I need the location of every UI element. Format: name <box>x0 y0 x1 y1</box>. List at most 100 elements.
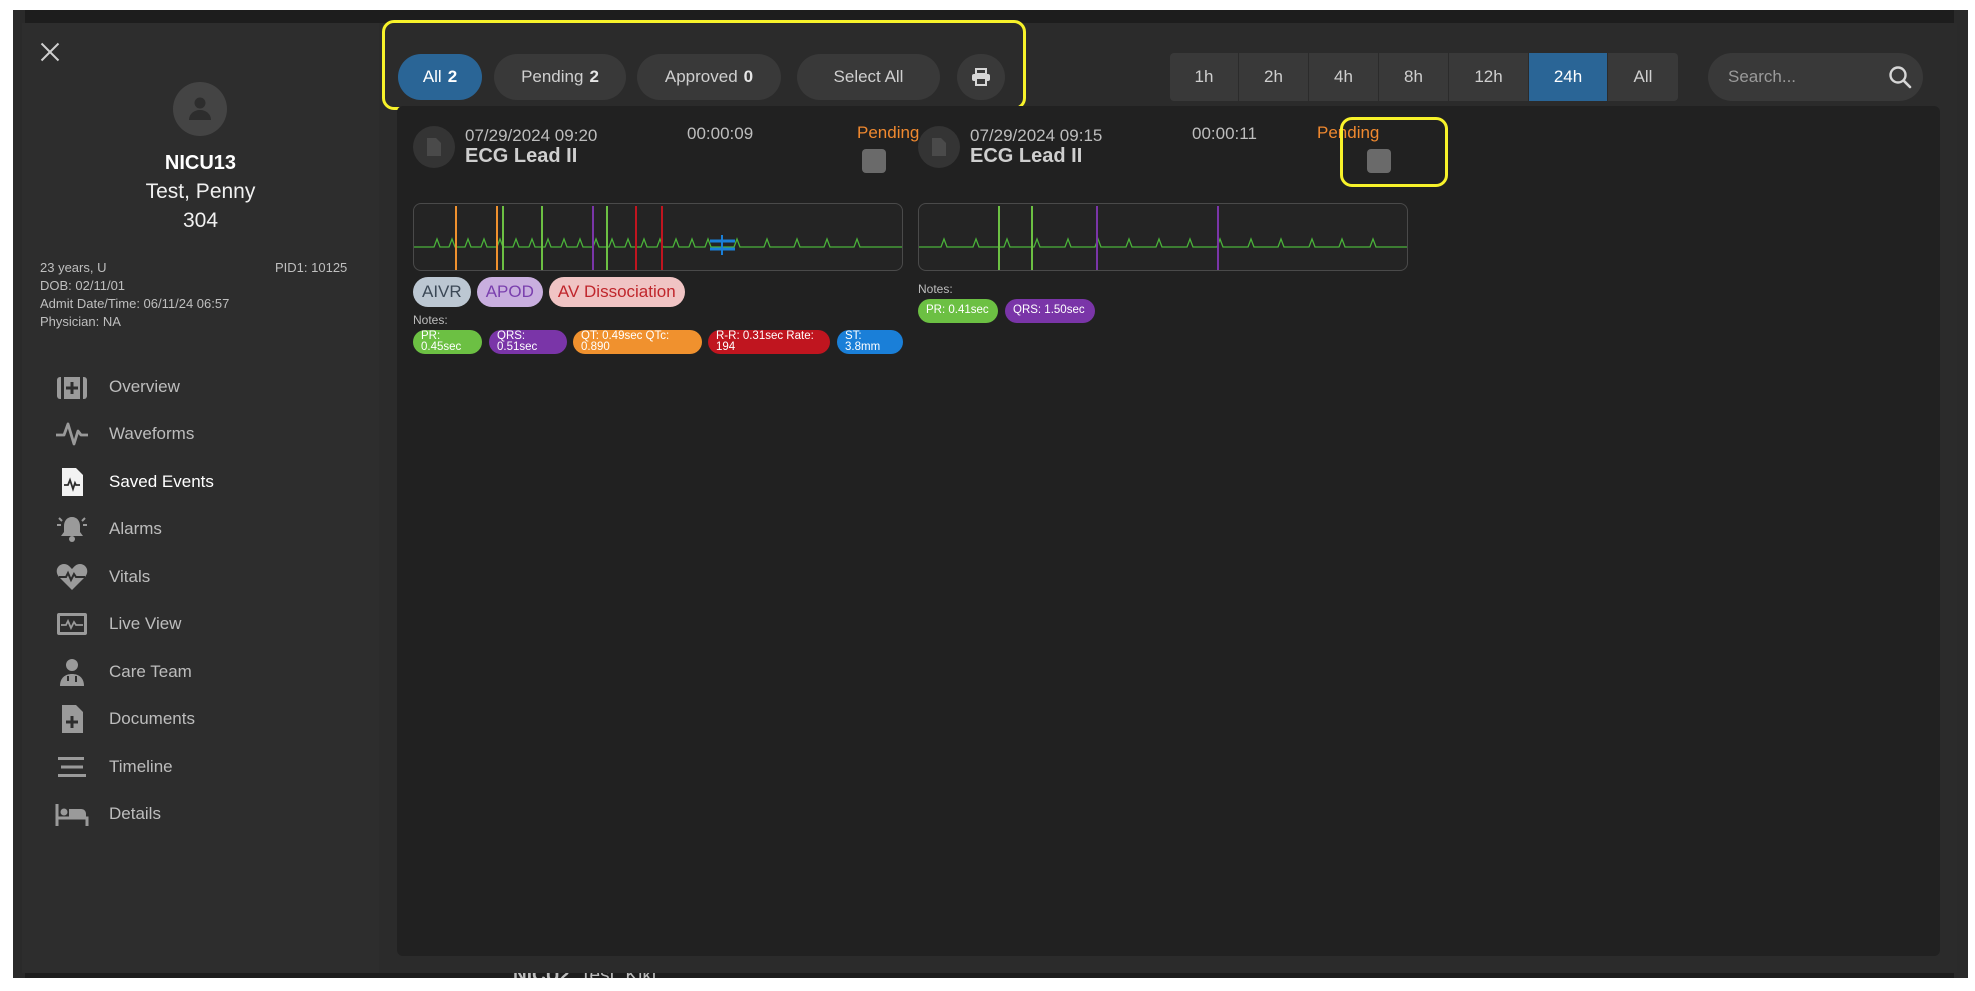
event-title: ECG Lead II <box>970 145 1083 167</box>
document-plus-icon <box>55 704 89 734</box>
sidebar-item-saved-events[interactable]: Saved Events <box>55 458 214 506</box>
range-all-button[interactable]: All <box>1608 53 1678 101</box>
event-card[interactable]: 07/29/2024 09:20 ECG Lead II 00:00:09 Pe… <box>397 106 919 354</box>
doctor-icon <box>55 657 89 687</box>
sidebar-item-overview[interactable]: Overview <box>55 363 214 411</box>
select-all-label: Select All <box>833 67 904 86</box>
sidebar-item-label: Details <box>109 804 161 824</box>
range-8h-button[interactable]: 8h <box>1379 53 1449 101</box>
patient-admit: Admit Date/Time: 06/11/24 06:57 <box>40 296 230 311</box>
filter-approved-count: 0 <box>743 67 754 86</box>
patient-unit: NICU13 <box>164 152 237 174</box>
sidebar-item-label: Overview <box>109 376 180 396</box>
sidebar-nav: Overview Waveforms Saved Events Alarms V… <box>55 363 214 838</box>
range-24h-button[interactable]: 24h <box>1529 53 1608 101</box>
saved-document-icon <box>55 467 89 497</box>
sidebar-item-vitals[interactable]: Vitals <box>55 553 214 601</box>
event-datetime: 07/29/2024 09:15 <box>970 126 1103 145</box>
patient-dob: DOB: 02/11/01 <box>40 278 126 293</box>
event-title: ECG Lead II <box>465 145 578 167</box>
patient-physician: Physician: NA <box>40 314 121 329</box>
patient-room: 304 <box>182 209 219 232</box>
notes-label: Notes: <box>918 282 953 296</box>
filter-approved-button[interactable]: Approved 0 <box>637 54 781 100</box>
event-type-icon <box>413 126 455 168</box>
event-card[interactable]: 07/29/2024 09:15 ECG Lead II 00:00:11 Pe… <box>902 106 1408 336</box>
hospital-kit-icon <box>55 372 89 402</box>
search-box <box>1708 53 1923 101</box>
sidebar-item-care-team[interactable]: Care Team <box>55 648 214 696</box>
filter-all-count: 2 <box>447 67 458 86</box>
filter-all-label: All <box>422 67 442 86</box>
note-pr: PR: 0.41sec <box>918 299 998 323</box>
ecg-waveform[interactable] <box>413 203 903 271</box>
st-marker-icon <box>710 235 735 255</box>
range-12h-button[interactable]: 12h <box>1449 53 1529 101</box>
notes-label: Notes: <box>413 313 448 327</box>
bell-icon <box>55 514 89 544</box>
sidebar-item-documents[interactable]: Documents <box>55 696 214 744</box>
search-input[interactable] <box>1728 65 1888 89</box>
sidebar-item-label: Timeline <box>109 756 173 776</box>
close-button[interactable] <box>37 39 63 65</box>
patient-pid: PID1: 10125 <box>275 260 348 275</box>
ecg-trace <box>414 237 902 248</box>
note-qrs: QRS: 1.50sec <box>1005 299 1095 323</box>
search-icon[interactable] <box>1888 65 1912 89</box>
sidebar-item-alarms[interactable]: Alarms <box>55 506 214 554</box>
print-button[interactable] <box>957 54 1005 100</box>
event-select-checkbox[interactable] <box>862 149 886 173</box>
filter-pending-label: Pending <box>521 67 584 86</box>
sidebar-item-details[interactable]: Details <box>55 791 214 839</box>
filter-approved-label: Approved <box>664 67 738 86</box>
note-pr: PR: 0.45sec <box>413 330 482 354</box>
sidebar-item-label: Waveforms <box>109 424 195 444</box>
ecg-trace <box>919 237 1407 248</box>
note-qt: QT: 0.49sec QTc: 0.890 <box>573 330 702 354</box>
printer-icon <box>972 68 990 86</box>
sidebar-item-label: Saved Events <box>109 471 214 491</box>
timeline-icon <box>55 752 89 782</box>
sidebar-item-label: Documents <box>109 709 195 729</box>
bed-icon <box>55 799 89 829</box>
patient-sidebar: NICU13 Test, Penny 304 23 years, U PID1:… <box>22 23 379 973</box>
event-duration: 00:00:09 <box>687 124 754 143</box>
filter-pending-button[interactable]: Pending 2 <box>494 54 626 100</box>
event-select-checkbox[interactable] <box>1367 149 1391 173</box>
sidebar-item-label: Alarms <box>109 519 162 539</box>
monitor-icon <box>55 609 89 639</box>
tag-aivr[interactable]: AIVR <box>413 277 471 307</box>
note-st: ST: 3.8mm <box>837 330 903 354</box>
patient-age: 23 years, U <box>40 260 107 275</box>
ecg-waveform[interactable] <box>918 203 1408 271</box>
patient-modal: NICU13 Test, Penny 304 23 years, U PID1:… <box>22 20 1957 973</box>
event-duration: 00:00:11 <box>1192 124 1257 143</box>
tag-av-dissociation[interactable]: AV Dissociation <box>548 277 685 307</box>
sidebar-item-label: Live View <box>109 614 182 634</box>
pulse-icon <box>55 419 89 449</box>
filter-all-button[interactable]: All 2 <box>398 54 482 100</box>
range-1h-button[interactable]: 1h <box>1170 53 1239 101</box>
patient-name: Test, Penny <box>145 180 256 203</box>
event-status: Pending <box>1317 123 1380 142</box>
tag-apod[interactable]: APOD <box>476 277 543 307</box>
avatar <box>173 82 227 136</box>
sidebar-item-waveforms[interactable]: Waveforms <box>55 411 214 459</box>
sidebar-item-timeline[interactable]: Timeline <box>55 743 214 791</box>
heart-icon <box>55 562 89 592</box>
filter-pending-count: 2 <box>589 67 599 86</box>
event-tags: AIVR APOD AV Dissociation <box>413 277 685 307</box>
select-all-button[interactable]: Select All <box>797 54 940 100</box>
sidebar-item-label: Vitals <box>109 566 151 586</box>
note-rr: R-R: 0.31sec Rate: 194 <box>708 330 830 354</box>
note-qrs: QRS: 0.51sec <box>489 330 567 354</box>
event-datetime: 07/29/2024 09:20 <box>465 126 598 145</box>
sidebar-item-label: Care Team <box>109 661 192 681</box>
person-icon <box>189 97 211 120</box>
saved-events-panel: 07/29/2024 09:20 ECG Lead II 00:00:09 Pe… <box>397 106 1940 956</box>
event-type-icon <box>918 126 960 168</box>
sidebar-item-live-view[interactable]: Live View <box>55 601 214 649</box>
time-range-selector: 1h 2h 4h 8h 12h 24h All <box>1170 53 1678 101</box>
range-4h-button[interactable]: 4h <box>1309 53 1379 101</box>
range-2h-button[interactable]: 2h <box>1239 53 1309 101</box>
